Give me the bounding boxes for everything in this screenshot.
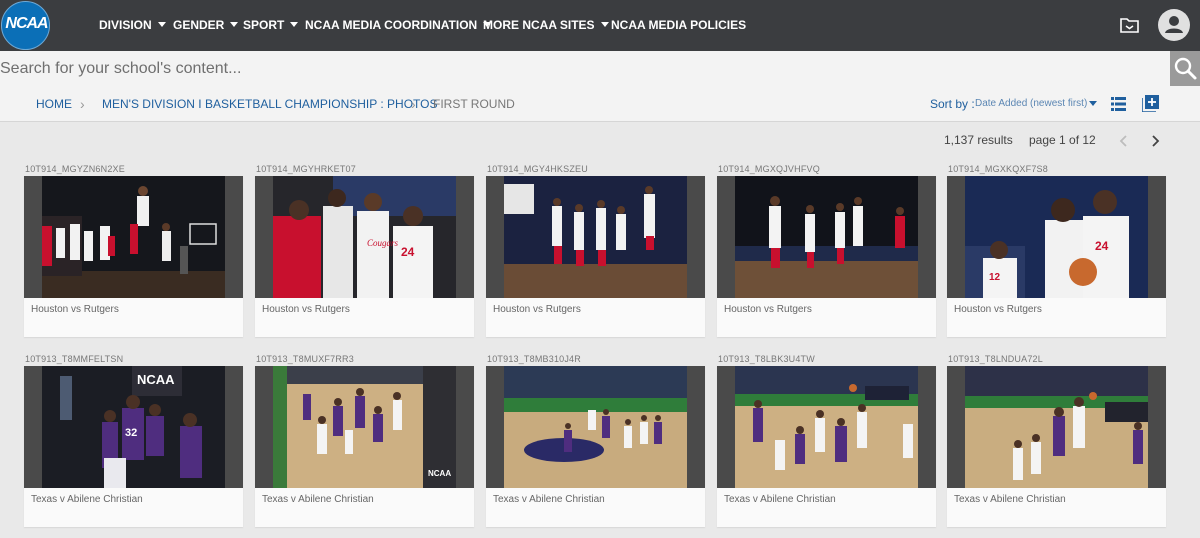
asset-id: 10T913_T8LBK3U4TW bbox=[718, 354, 815, 364]
photo-image bbox=[735, 366, 918, 488]
photo-card[interactable]: 24 Cougars Houston vs Rutgers bbox=[255, 176, 474, 337]
sort-label: Sort by : bbox=[930, 97, 975, 111]
asset-id: 10T913_T8MMFELTSN bbox=[25, 354, 124, 364]
logo-text: NCAA bbox=[5, 15, 48, 32]
results-count: 1,137 results bbox=[944, 133, 1013, 147]
asset-id: 10T913_T8MUXF7RR3 bbox=[256, 354, 354, 364]
sort-dropdown[interactable]: Date Added (newest first) bbox=[975, 86, 1087, 122]
svg-text:32: 32 bbox=[125, 427, 137, 439]
photo-image: 24 12 bbox=[965, 176, 1148, 298]
asset-id: 10T913_T8LNDUA72L bbox=[948, 354, 1043, 364]
nav-media-coordination[interactable]: NCAA MEDIA COORDINATION bbox=[305, 0, 492, 51]
photo-image: 24 Cougars bbox=[273, 176, 456, 298]
nav-gender[interactable]: GENDER bbox=[173, 0, 239, 51]
ncaa-logo[interactable]: NCAA bbox=[1, 1, 50, 50]
photo-image bbox=[965, 366, 1148, 488]
photo-thumbnail[interactable]: 24 12 bbox=[947, 176, 1166, 298]
nav-sport[interactable]: SPORT bbox=[243, 0, 299, 51]
photo-image bbox=[735, 176, 918, 298]
photo-caption: Houston vs Rutgers bbox=[262, 304, 350, 315]
photo-thumbnail[interactable] bbox=[717, 366, 936, 488]
search-bar bbox=[0, 51, 1200, 86]
photo-thumbnail[interactable]: NCAA 32 bbox=[24, 366, 243, 488]
nav-more-sites-label: MORE NCAA SITES bbox=[483, 18, 595, 32]
search-button[interactable] bbox=[1170, 51, 1200, 86]
photo-thumbnail[interactable] bbox=[486, 366, 705, 488]
photo-caption: Texas v Abilene Christian bbox=[724, 494, 836, 505]
breadcrumb-first-round: FIRST ROUND bbox=[433, 97, 515, 111]
asset-id: 10T914_MGYZN6N2XE bbox=[25, 164, 125, 174]
nav-media-policies[interactable]: NCAA MEDIA POLICIES bbox=[611, 0, 746, 51]
nav-division[interactable]: DIVISION bbox=[99, 0, 166, 51]
photo-card[interactable]: NCAA Texas v Abilene Christian bbox=[255, 366, 474, 527]
photo-thumbnail[interactable] bbox=[717, 176, 936, 298]
previous-page-icon[interactable] bbox=[1117, 133, 1131, 149]
photo-caption: Houston vs Rutgers bbox=[954, 304, 1042, 315]
photo-image: NCAA bbox=[273, 366, 456, 488]
breadcrumb-home[interactable]: HOME bbox=[36, 86, 72, 122]
svg-text:24: 24 bbox=[401, 245, 415, 259]
photo-caption: Texas v Abilene Christian bbox=[262, 494, 374, 505]
photo-card[interactable]: Texas v Abilene Christian bbox=[486, 366, 705, 527]
list-view-icon[interactable] bbox=[1111, 97, 1126, 111]
page-indicator: page 1 of 12 bbox=[1029, 133, 1096, 147]
asset-id: 10T913_T8MB310J4R bbox=[487, 354, 581, 364]
asset-id: 10T914_MGYHRKET07 bbox=[256, 164, 356, 174]
sort-caret-icon[interactable] bbox=[1089, 101, 1097, 106]
photo-card[interactable]: Texas v Abilene Christian bbox=[947, 366, 1166, 527]
photo-thumbnail[interactable]: NCAA bbox=[255, 366, 474, 488]
nav-media-policies-label: NCAA MEDIA POLICIES bbox=[611, 18, 747, 32]
photo-image bbox=[42, 176, 225, 298]
user-avatar-icon bbox=[1165, 16, 1183, 33]
nav-more-sites[interactable]: MORE NCAA SITES bbox=[483, 0, 609, 51]
breadcrumb-championship-photos[interactable]: MEN'S DIVISION I BASKETBALL CHAMPIONSHIP… bbox=[102, 86, 437, 122]
breadcrumb-separator-icon: › bbox=[411, 96, 416, 112]
caret-down-icon bbox=[157, 22, 166, 27]
asset-id: 10T914_MGY4HKSZEU bbox=[487, 164, 588, 174]
caret-down-icon bbox=[600, 22, 609, 27]
photo-thumbnail[interactable] bbox=[486, 176, 705, 298]
photo-caption: Houston vs Rutgers bbox=[493, 304, 581, 315]
folder-icon[interactable] bbox=[1120, 16, 1139, 35]
asset-id: 10T914_MGXQJVHFVQ bbox=[718, 164, 820, 174]
breadcrumb-separator-icon: › bbox=[80, 96, 85, 112]
photo-caption: Houston vs Rutgers bbox=[724, 304, 812, 315]
asset-id: 10T914_MGXKQXF7S8 bbox=[948, 164, 1048, 174]
photo-image bbox=[504, 176, 687, 298]
photo-thumbnail[interactable] bbox=[947, 366, 1166, 488]
photo-image bbox=[504, 366, 687, 488]
next-page-icon[interactable] bbox=[1148, 133, 1162, 149]
photo-card[interactable]: Texas v Abilene Christian bbox=[717, 366, 936, 527]
svg-text:NCAA: NCAA bbox=[137, 372, 175, 387]
search-icon bbox=[1174, 57, 1197, 80]
breadcrumb-bar: HOME › MEN'S DIVISION I BASKETBALL CHAMP… bbox=[0, 86, 1200, 122]
svg-text:Cougars: Cougars bbox=[367, 238, 399, 248]
svg-text:NCAA: NCAA bbox=[428, 469, 451, 478]
caret-down-icon bbox=[290, 22, 299, 27]
caret-down-icon bbox=[230, 22, 239, 27]
photo-card[interactable]: Houston vs Rutgers bbox=[24, 176, 243, 337]
svg-text:12: 12 bbox=[989, 272, 1001, 283]
search-input[interactable] bbox=[0, 51, 1170, 86]
top-nav: NCAA DIVISION GENDER SPORT NCAA MEDIA CO… bbox=[0, 0, 1200, 51]
nav-division-label: DIVISION bbox=[99, 18, 152, 32]
nav-media-coordination-label: NCAA MEDIA COORDINATION bbox=[305, 18, 478, 32]
photo-caption: Houston vs Rutgers bbox=[31, 304, 119, 315]
photo-thumbnail[interactable]: 24 Cougars bbox=[255, 176, 474, 298]
photo-caption: Texas v Abilene Christian bbox=[31, 494, 143, 505]
photo-caption: Texas v Abilene Christian bbox=[493, 494, 605, 505]
svg-text:24: 24 bbox=[1095, 239, 1109, 253]
photo-thumbnail[interactable] bbox=[24, 176, 243, 298]
photo-card[interactable]: NCAA 32 Texas v Abilene Christian bbox=[24, 366, 243, 527]
photo-image: NCAA 32 bbox=[42, 366, 225, 488]
add-to-collection-icon[interactable] bbox=[1142, 95, 1159, 112]
photo-card[interactable]: Houston vs Rutgers bbox=[717, 176, 936, 337]
photo-card[interactable]: Houston vs Rutgers bbox=[486, 176, 705, 337]
photo-caption: Texas v Abilene Christian bbox=[954, 494, 1066, 505]
user-avatar[interactable] bbox=[1158, 9, 1190, 41]
photo-card[interactable]: 24 12 Houston vs Rutgers bbox=[947, 176, 1166, 337]
nav-gender-label: GENDER bbox=[173, 18, 225, 32]
nav-sport-label: SPORT bbox=[243, 18, 285, 32]
